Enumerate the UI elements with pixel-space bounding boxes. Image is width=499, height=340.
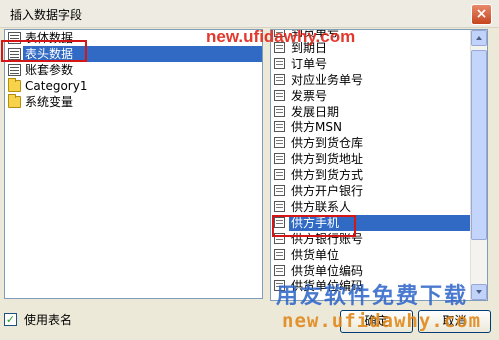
right_list-item-label: 对应业务单号 bbox=[291, 72, 364, 87]
field-icon bbox=[274, 137, 285, 149]
highlight-box-header-data bbox=[1, 40, 87, 62]
right_list-item-label: 供方到货仓库 bbox=[291, 136, 364, 151]
field-icon bbox=[274, 153, 285, 165]
field-icon bbox=[274, 200, 285, 212]
field-list[interactable]: 到货单号 到期日 订单号 对应业务单号 发票号 发展日期 供方MSN 供方到货仓库 供方到货地址… bbox=[270, 29, 488, 301]
folder-icon bbox=[8, 94, 21, 108]
right_list-item[interactable]: 供方联系人 bbox=[271, 199, 487, 215]
left_list-item[interactable]: 系统变量 bbox=[5, 94, 262, 110]
field-icon bbox=[274, 105, 285, 117]
right_list-item-label: 发票号 bbox=[291, 88, 328, 103]
right_list-item-label: 供方到货地址 bbox=[291, 152, 364, 167]
right_list-item-label: 发展日期 bbox=[291, 104, 340, 119]
right_list-item[interactable]: 供货单位 bbox=[271, 247, 487, 263]
window-title: 插入数据字段 bbox=[10, 8, 83, 22]
right_list-item[interactable]: 供方到货仓库 bbox=[271, 135, 487, 151]
highlight-box-supplier-mobile bbox=[272, 215, 356, 237]
table-icon bbox=[8, 64, 21, 76]
use-table-name-checkbox[interactable]: ✓ bbox=[4, 313, 17, 326]
scroll-up-button[interactable] bbox=[471, 30, 487, 46]
scroll-down-button[interactable] bbox=[471, 284, 487, 300]
data-source-list[interactable]: 表体数据 表头数据 账套参数 Category1 系统变量 bbox=[4, 29, 263, 299]
right_list-item[interactable]: 发票号 bbox=[271, 88, 487, 104]
right_list-item[interactable]: 订单号 bbox=[271, 56, 487, 72]
watermark-url: new.ufidawhy.com bbox=[282, 310, 482, 332]
right_list-item-label: 供方联系人 bbox=[291, 199, 352, 214]
field-icon bbox=[274, 248, 285, 260]
right_list-item[interactable]: 供方到货方式 bbox=[271, 167, 487, 183]
title-bar: 插入数据字段 × bbox=[0, 0, 499, 28]
left_list-item[interactable]: Category1 bbox=[5, 78, 262, 94]
left_list-item-label: 账套参数 bbox=[25, 63, 74, 77]
field-icon bbox=[274, 73, 285, 85]
left_list-item[interactable]: 账套参数 bbox=[5, 62, 262, 78]
right_list-item[interactable]: 供方MSN bbox=[271, 119, 487, 135]
scroll-thumb[interactable] bbox=[471, 50, 487, 240]
left_list-item-label: Category1 bbox=[25, 79, 88, 93]
right_list-item-label: 订单号 bbox=[291, 56, 328, 71]
right_list-item-label: 供货单位 bbox=[291, 247, 340, 262]
right_list-item[interactable]: 对应业务单号 bbox=[271, 72, 487, 88]
right_list-item-label: 供货单位编码 bbox=[291, 263, 364, 278]
folder-icon bbox=[8, 78, 21, 92]
field-icon bbox=[274, 89, 285, 101]
right_list-item-label: 供方MSN bbox=[291, 120, 342, 135]
watermark-top: new.ufidawhy.com bbox=[206, 27, 356, 46]
field-icon bbox=[274, 185, 285, 196]
right_list-item-label: 供方到货方式 bbox=[291, 168, 364, 183]
right_list-item-label: 供方开户银行 bbox=[291, 184, 364, 198]
watermark-brand: 用友软件免费下载 bbox=[276, 284, 469, 309]
field-icon bbox=[274, 264, 285, 276]
field-icon bbox=[274, 57, 285, 69]
field-icon bbox=[274, 169, 285, 181]
use-table-name-label: 使用表名 bbox=[24, 313, 73, 327]
field-icon bbox=[274, 121, 285, 133]
right_list-item[interactable]: 发展日期 bbox=[271, 104, 487, 120]
right_list-item[interactable]: 供货单位编码 bbox=[271, 263, 487, 279]
field-list-scrollbar[interactable] bbox=[470, 30, 487, 300]
close-button[interactable]: × bbox=[471, 4, 492, 25]
right_list-item[interactable]: 供方开户银行 bbox=[271, 183, 487, 199]
right_list-item[interactable]: 供方到货地址 bbox=[271, 151, 487, 167]
left_list-item-label: 系统变量 bbox=[25, 95, 74, 109]
